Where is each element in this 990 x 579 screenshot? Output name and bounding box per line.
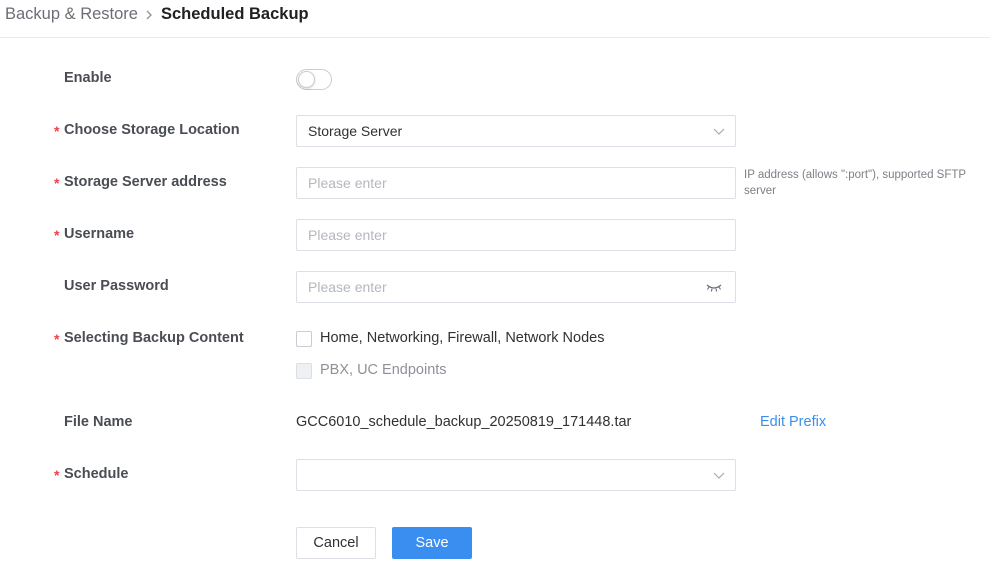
schedule-label: Schedule — [64, 466, 129, 482]
file-name-value: GCC6010_schedule_backup_20250819_171448.… — [296, 414, 632, 430]
page-title: Scheduled Backup — [161, 5, 309, 23]
required-marker: * — [54, 331, 60, 347]
checkbox-disabled — [296, 363, 312, 379]
breadcrumb-parent-link[interactable]: Backup & Restore — [5, 5, 138, 24]
enable-toggle[interactable] — [296, 69, 332, 90]
server-address-hint: IP address (allows ":port"), supported S… — [744, 169, 966, 197]
backup-content-label: Selecting Backup Content — [64, 330, 244, 346]
chevron-down-icon — [713, 128, 725, 135]
password-label: User Password — [64, 278, 169, 294]
required-marker: * — [54, 227, 60, 243]
eye-closed-icon[interactable] — [706, 283, 722, 293]
file-name-label: File Name — [64, 414, 133, 430]
cancel-button[interactable]: Cancel — [296, 527, 376, 559]
required-marker: * — [54, 123, 60, 139]
storage-location-label: Choose Storage Location — [64, 122, 240, 138]
username-field — [296, 219, 736, 251]
backup-option-label: PBX, UC Endpoints — [320, 362, 447, 378]
password-field — [296, 271, 736, 303]
server-address-field — [296, 167, 736, 199]
storage-location-select[interactable]: Storage Server — [296, 115, 736, 147]
chevron-down-icon — [713, 472, 725, 479]
username-label: Username — [64, 226, 135, 242]
edit-prefix-link[interactable]: Edit Prefix — [760, 414, 826, 430]
checkbox[interactable] — [296, 331, 312, 347]
storage-location-value: Storage Server — [308, 123, 403, 139]
chevron-right-icon — [146, 10, 152, 20]
enable-label: Enable — [64, 70, 112, 86]
required-marker: * — [54, 175, 60, 191]
schedule-select[interactable] — [296, 459, 736, 491]
username-input[interactable] — [297, 220, 735, 250]
required-marker: * — [54, 467, 60, 483]
backup-option-label: Home, Networking, Firewall, Network Node… — [320, 330, 605, 346]
server-address-input[interactable] — [297, 168, 735, 198]
password-input[interactable] — [297, 272, 735, 302]
save-button[interactable]: Save — [392, 527, 472, 559]
toggle-knob — [298, 71, 315, 88]
page-header: Backup & Restore Scheduled Backup — [0, 0, 990, 38]
server-address-label: Storage Server address — [64, 174, 227, 190]
